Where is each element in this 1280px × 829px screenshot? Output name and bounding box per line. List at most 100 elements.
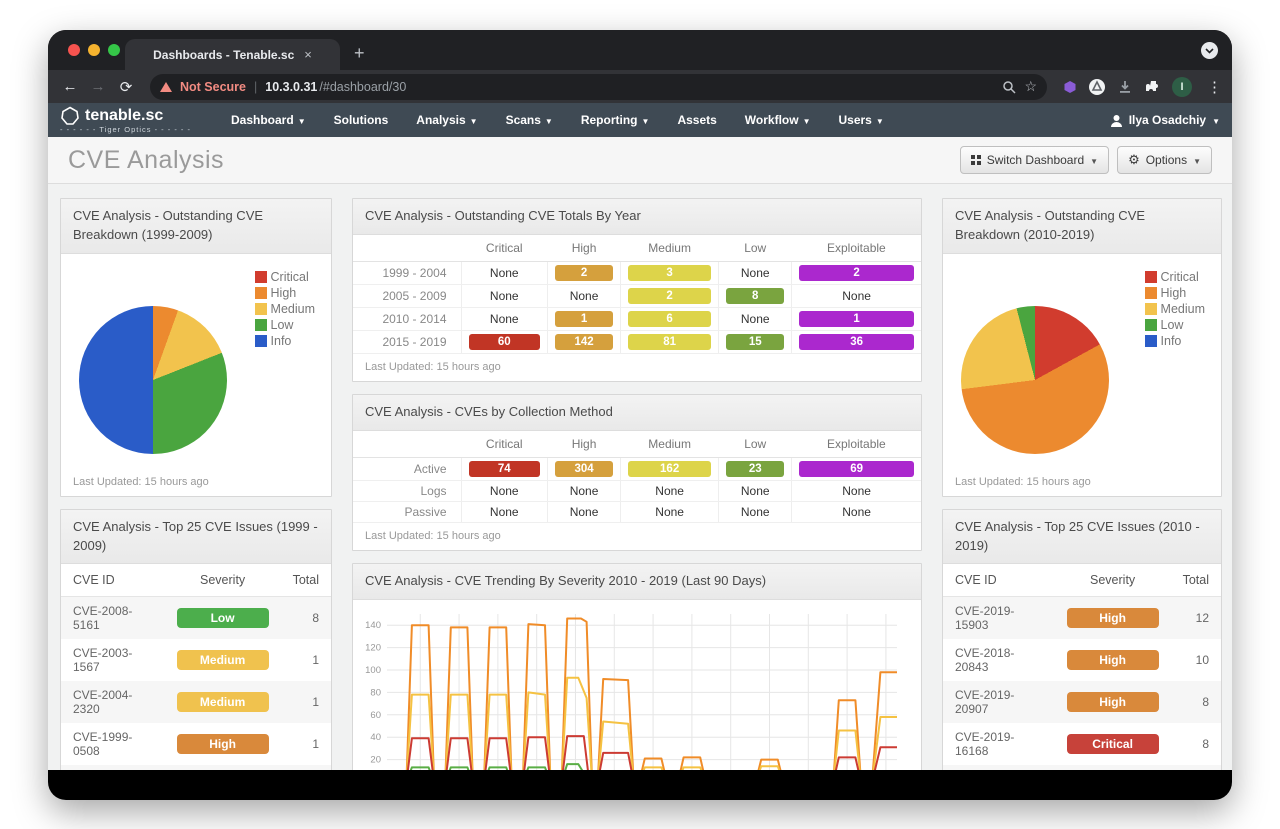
table-row[interactable]: CVE-2019-16168Critical8: [943, 723, 1221, 765]
table-row[interactable]: CVE-2019-11719Critical7: [943, 765, 1221, 770]
table-row[interactable]: CVE-2018-20843High10: [943, 639, 1221, 681]
extensions-puzzle-icon[interactable]: [1144, 78, 1161, 95]
count-badge-medium[interactable]: 3: [628, 265, 711, 281]
y-tick-label: 100: [365, 665, 381, 676]
nav-item-workflow[interactable]: Workflow▼: [731, 103, 825, 137]
panel-title[interactable]: CVE Analysis - CVEs by Collection Method: [353, 395, 921, 431]
table-row[interactable]: CVE-2019-20907High8: [943, 681, 1221, 723]
table-row[interactable]: 2010 - 2014None16None1: [353, 307, 921, 330]
totals-by-year-table: CriticalHighMediumLowExploitable1999 - 2…: [353, 235, 921, 354]
panel-trending: CVE Analysis - CVE Trending By Severity …: [352, 563, 922, 770]
extension-shield-icon[interactable]: [1088, 78, 1106, 96]
legend-label: High: [1161, 286, 1187, 300]
panel-title[interactable]: CVE Analysis - Outstanding CVE Totals By…: [353, 199, 921, 235]
tab-overview-icon[interactable]: [1201, 42, 1218, 59]
panel-title[interactable]: CVE Analysis - CVE Trending By Severity …: [353, 564, 921, 600]
switch-dashboard-button[interactable]: Switch Dashboard ▼: [960, 146, 1109, 174]
legend-label: Low: [1161, 318, 1184, 332]
new-tab-button[interactable]: +: [354, 43, 365, 64]
severity-cell: None: [548, 284, 621, 307]
panel-title[interactable]: CVE Analysis - Top 25 CVE Issues (2010 -…: [943, 510, 1221, 565]
nav-item-assets[interactable]: Assets: [663, 103, 730, 137]
count-badge-medium[interactable]: 81: [628, 334, 711, 350]
table-row[interactable]: CVE-2004-2320Medium1: [61, 681, 331, 723]
bookmark-star-icon[interactable]: ☆: [1024, 78, 1037, 95]
table-row[interactable]: PassiveNoneNoneNoneNoneNone: [353, 501, 921, 522]
count-badge-critical[interactable]: 60: [469, 334, 541, 350]
panel-title[interactable]: CVE Analysis - Top 25 CVE Issues (1999 -…: [61, 510, 331, 565]
user-menu[interactable]: Ilya Osadchiy ▼: [1110, 113, 1220, 127]
table-row[interactable]: CVE-2019-15903High12: [943, 597, 1221, 640]
cve-id: CVE-1999-0508: [61, 723, 165, 765]
browser-tab[interactable]: Dashboards - Tenable.sc ×: [125, 39, 340, 70]
column-header: Critical: [461, 431, 548, 458]
count-badge-exploitable[interactable]: 36: [799, 334, 914, 350]
count-badge-medium[interactable]: 6: [628, 311, 711, 327]
zoom-window-button[interactable]: [108, 44, 120, 56]
table-row[interactable]: 1999 - 2004None23None2: [353, 261, 921, 284]
nav-item-reporting[interactable]: Reporting▼: [567, 103, 664, 137]
count-badge-low[interactable]: 8: [726, 288, 784, 304]
profile-avatar[interactable]: I: [1172, 77, 1192, 97]
nav-item-analysis[interactable]: Analysis▼: [402, 103, 491, 137]
page-header: CVE Analysis Switch Dashboard ▼ ⚙ Option…: [48, 137, 1232, 184]
severity-cell: 60: [461, 330, 548, 353]
address-bar[interactable]: Not Secure | 10.3.0.31 /#dashboard/30 ☆: [150, 74, 1047, 100]
close-window-button[interactable]: [68, 44, 80, 56]
panel-title[interactable]: CVE Analysis - Outstanding CVE Breakdown…: [943, 199, 1221, 254]
count-badge-high[interactable]: 2: [555, 265, 613, 281]
table-row[interactable]: 2005 - 2009NoneNone28None: [353, 284, 921, 307]
count-badge-low[interactable]: 23: [726, 461, 784, 477]
nav-item-scans[interactable]: Scans▼: [492, 103, 567, 137]
nav-item-users[interactable]: Users▼: [825, 103, 898, 137]
severity-cell: None: [461, 261, 548, 284]
brand[interactable]: tenable.sc - - - - - - Tiger Optics - - …: [60, 106, 191, 134]
extension-purple-icon[interactable]: [1063, 80, 1077, 94]
legend-item: Info: [1145, 334, 1205, 348]
severity-cell: High: [1055, 681, 1171, 723]
back-icon[interactable]: ←: [58, 78, 82, 95]
nav-item-solutions[interactable]: Solutions: [320, 103, 403, 137]
reload-icon[interactable]: ⟳: [114, 78, 138, 96]
table-row[interactable]: LogsNoneNoneNoneNoneNone: [353, 480, 921, 501]
options-button[interactable]: ⚙ Options ▼: [1117, 146, 1212, 174]
last-updated: Last Updated: 15 hours ago: [353, 523, 921, 550]
count-badge-exploitable[interactable]: 2: [799, 265, 914, 281]
severity-badge: Low: [177, 608, 269, 628]
close-tab-icon[interactable]: ×: [304, 47, 312, 62]
search-icon[interactable]: [1002, 80, 1016, 94]
download-icon[interactable]: [1117, 79, 1133, 95]
url-host: 10.3.0.31: [265, 80, 317, 94]
severity-cell: Critical: [1055, 723, 1171, 765]
browser-menu-icon[interactable]: ⋮: [1207, 78, 1222, 96]
table-row[interactable]: 2015 - 201960142811536: [353, 330, 921, 353]
panel-title[interactable]: CVE Analysis - Outstanding CVE Breakdown…: [61, 199, 331, 254]
legend-label: Info: [1161, 334, 1182, 348]
table-row[interactable]: CVE-2002-1060Medium1: [61, 765, 331, 770]
cve-id: CVE-2018-20843: [943, 639, 1055, 681]
table-row[interactable]: CVE-2008-5161Low8: [61, 597, 331, 640]
count-badge-medium[interactable]: 2: [628, 288, 711, 304]
pie-chart-2010-2019: [961, 306, 1109, 454]
table-row[interactable]: CVE-2003-1567Medium1: [61, 639, 331, 681]
count-badge-high[interactable]: 142: [555, 334, 613, 350]
count-badge-exploitable[interactable]: 1: [799, 311, 914, 327]
count-badge-high[interactable]: 1: [555, 311, 613, 327]
legend-label: Medium: [1161, 302, 1205, 316]
minimize-window-button[interactable]: [88, 44, 100, 56]
severity-cell: None: [792, 284, 921, 307]
y-tick-label: 60: [370, 709, 381, 720]
table-row[interactable]: CVE-1999-0508High1: [61, 723, 331, 765]
dashboard-viewport[interactable]: CVE Analysis - Outstanding CVE Breakdown…: [48, 184, 1232, 770]
count-badge-medium[interactable]: 162: [628, 461, 711, 477]
count-badge-high[interactable]: 304: [555, 461, 613, 477]
table-row[interactable]: Active743041622369: [353, 457, 921, 480]
legend-item: Critical: [1145, 270, 1205, 284]
count-badge-critical[interactable]: 74: [469, 461, 541, 477]
not-secure-label[interactable]: Not Secure: [180, 80, 246, 94]
chevron-down-icon: ▼: [470, 117, 478, 126]
count-badge-exploitable[interactable]: 69: [799, 461, 914, 477]
severity-cell: 3: [621, 261, 719, 284]
count-badge-low[interactable]: 15: [726, 334, 784, 350]
nav-item-dashboard[interactable]: Dashboard▼: [217, 103, 320, 137]
